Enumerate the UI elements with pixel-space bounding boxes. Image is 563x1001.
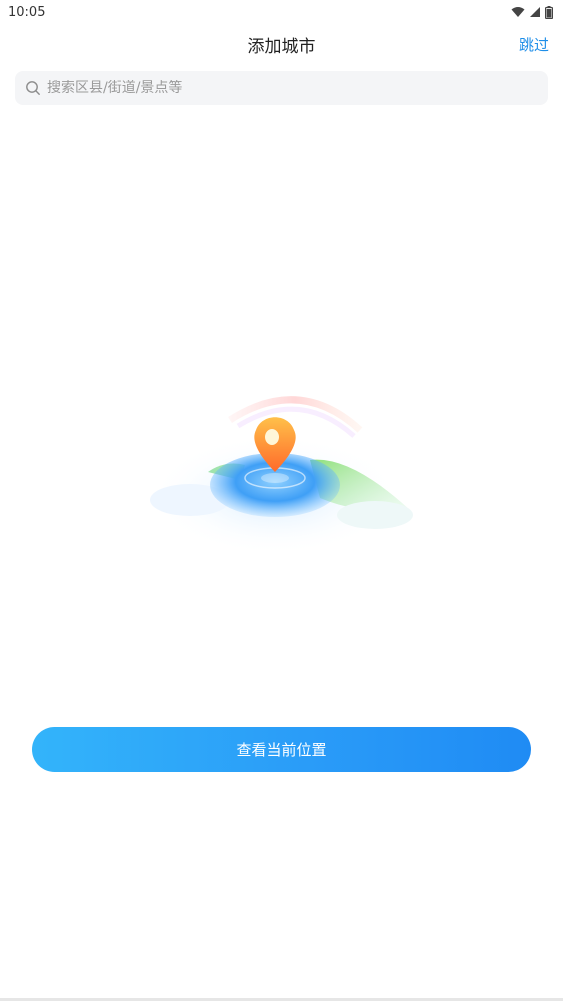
search-icon: [25, 80, 47, 96]
search-input[interactable]: [47, 80, 507, 96]
location-pin-illustration: [150, 380, 420, 560]
status-icons: [511, 5, 553, 19]
view-current-location-button[interactable]: 查看当前位置: [32, 727, 531, 772]
page-title: 添加城市: [247, 37, 316, 57]
status-bar: 10:05: [0, 0, 563, 24]
wifi-icon: [511, 6, 525, 18]
search-bar[interactable]: [15, 71, 548, 105]
battery-icon: [545, 5, 553, 19]
signal-icon: [529, 6, 541, 18]
nav-bar: 添加城市 跳过: [0, 24, 563, 64]
status-time: 10:05: [8, 4, 46, 20]
skip-button[interactable]: 跳过: [519, 34, 549, 55]
